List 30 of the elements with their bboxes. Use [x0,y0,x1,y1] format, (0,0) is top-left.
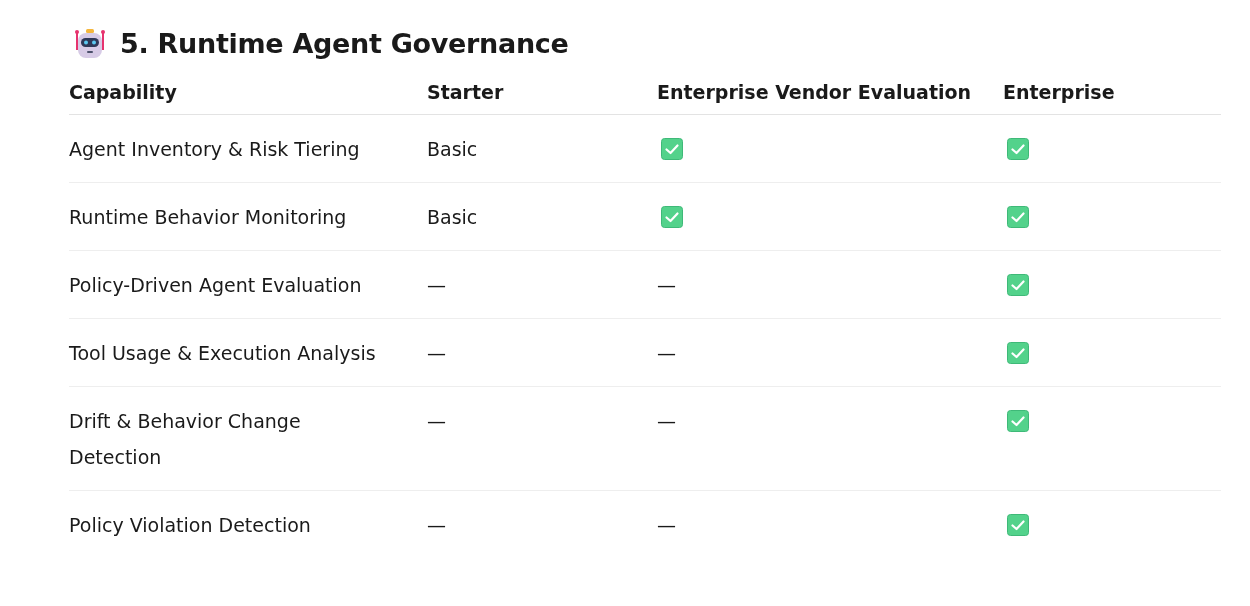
check-icon [661,206,683,228]
table-cell-text: — [427,409,447,434]
table-cell-text: — [657,513,677,538]
table-cell-text: Basic [427,205,479,230]
check-icon [661,138,683,160]
table-cell-text: — [427,273,447,298]
table-cell-text: Policy Violation Detection [69,513,312,538]
section-title: 5. Runtime Agent Governance [120,27,569,61]
table-cell-text: Basic [427,137,479,162]
column-header: Enterprise Vendor Evaluation [657,80,973,105]
column-header: Capability [69,80,178,105]
table-cell-text: — [657,273,677,298]
table-cell-text: Runtime Behavior Monitoring [69,205,348,230]
table-cell-text: Tool Usage & Execution Analysis [69,341,377,366]
column-header: Starter [427,80,505,105]
table-cell-text: — [427,341,447,366]
check-icon [1007,410,1029,432]
table-cell-text: Drift & Behavior Change Detection [69,409,302,470]
check-icon [1007,206,1029,228]
robot-icon [74,28,106,60]
check-icon [1007,138,1029,160]
check-icon [1007,514,1029,536]
check-icon [1007,342,1029,364]
check-icon [1007,274,1029,296]
table-cell-text: Agent Inventory & Risk Tiering [69,137,361,162]
table-cell-text: Policy-Driven Agent Evaluation [69,273,363,298]
table-cell-text: — [427,513,447,538]
table-cell-text: — [657,409,677,434]
table-cell-text: — [657,341,677,366]
column-header: Enterprise [1003,80,1116,105]
